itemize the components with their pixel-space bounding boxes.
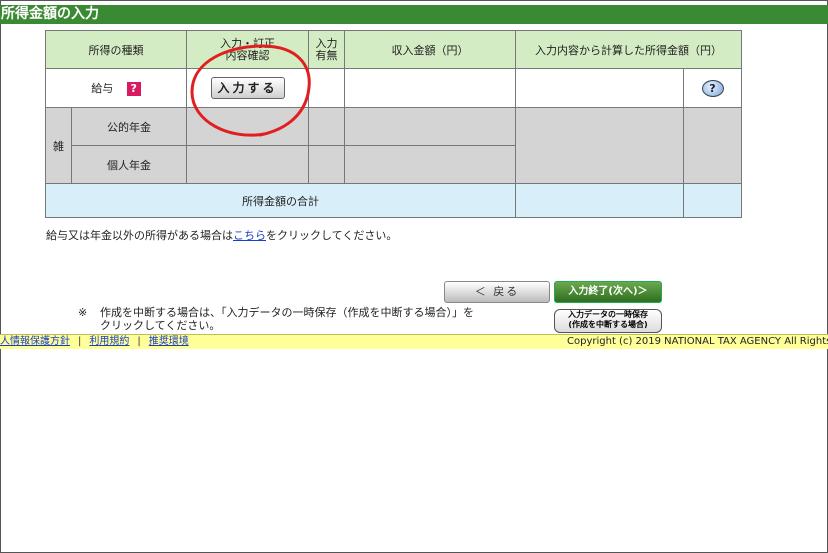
note-mark: ※ xyxy=(78,306,88,319)
finish-next-button[interactable]: 入力終了(次へ)＞ xyxy=(554,281,662,303)
footer-separator: | xyxy=(78,336,82,347)
temp-save-line1: 入力データの一時保存 xyxy=(568,310,648,319)
header-income-amount: 入力内容から計算した所得金額（円） xyxy=(515,30,742,69)
salary-label: 給与 xyxy=(91,82,114,95)
table-row-total: 所得金額の合計 xyxy=(45,183,742,218)
privacy-policy-link[interactable]: 人情報保護方針 xyxy=(0,336,70,347)
private-pension-label: 個人年金 xyxy=(71,145,187,184)
header-income-type: 所得の種類 xyxy=(45,30,187,69)
red-annotation-circle xyxy=(190,44,311,137)
page-title-bar: 所得金額の入力 xyxy=(0,5,828,24)
suspend-note: 作成を中断する場合は、「入力データの一時保存（作成を中断する場合）」を クリック… xyxy=(100,306,474,332)
other-income-note: 給与又は年金以外の所得がある場合はこちらをクリックしてください。 xyxy=(46,227,397,243)
misc-label: 雑 xyxy=(45,107,72,184)
footer-separator: | xyxy=(137,336,141,347)
table-row-salary: 給与 ? 入力する ? xyxy=(45,68,742,108)
back-button[interactable]: ＜ 戻る xyxy=(444,281,550,303)
total-amount-cell xyxy=(515,183,684,218)
total-extra-cell xyxy=(683,183,742,218)
help-icon[interactable]: ? xyxy=(126,82,141,96)
salary-cell: 給与 ? xyxy=(45,68,187,108)
public-pension-revenue-cell xyxy=(344,107,516,146)
copyright-text: Copyright (c) 2019 NATIONAL TAX AGENCY A… xyxy=(567,336,828,347)
table-header-row: 所得の種類 入力・訂正 内容確認 入力 有無 収入金額（円） 入力内容から計算し… xyxy=(45,30,742,69)
header-revenue: 収入金額（円） xyxy=(344,30,516,69)
pension-info-cell xyxy=(683,107,742,184)
private-pension-presence-cell xyxy=(308,145,345,184)
salary-income-cell xyxy=(515,68,684,108)
terms-link[interactable]: 利用規約 xyxy=(89,336,129,347)
table-row-public-pension: 雑 公的年金 xyxy=(45,107,742,184)
salary-revenue-cell xyxy=(344,68,516,108)
public-pension-label: 公的年金 xyxy=(71,107,187,146)
private-pension-revenue-cell xyxy=(344,145,516,184)
private-pension-confirm-cell xyxy=(186,145,309,184)
salary-info-cell: ? xyxy=(683,68,742,108)
page-title: 所得金額の入力 xyxy=(1,6,99,22)
here-link[interactable]: こちら xyxy=(233,229,266,242)
total-label: 所得金額の合計 xyxy=(45,183,516,218)
income-table: 所得の種類 入力・訂正 内容確認 入力 有無 収入金額（円） 入力内容から計算し… xyxy=(45,30,742,218)
info-bubble-icon[interactable]: ? xyxy=(701,79,724,97)
note-text-before: 給与又は年金以外の所得がある場合は xyxy=(46,229,233,242)
pension-income-cell xyxy=(515,107,684,184)
recommended-env-link[interactable]: 推奨環境 xyxy=(149,336,189,347)
temp-save-line2: (作成を中断する場合) xyxy=(568,320,648,329)
temp-save-button[interactable]: 入力データの一時保存 (作成を中断する場合) xyxy=(554,309,662,333)
footer-bar: 人情報保護方針 | 利用規約 | 推奨環境 Copyright (c) 2019 NAT… xyxy=(0,334,828,349)
note-text-after: をクリックしてください。 xyxy=(266,229,398,242)
